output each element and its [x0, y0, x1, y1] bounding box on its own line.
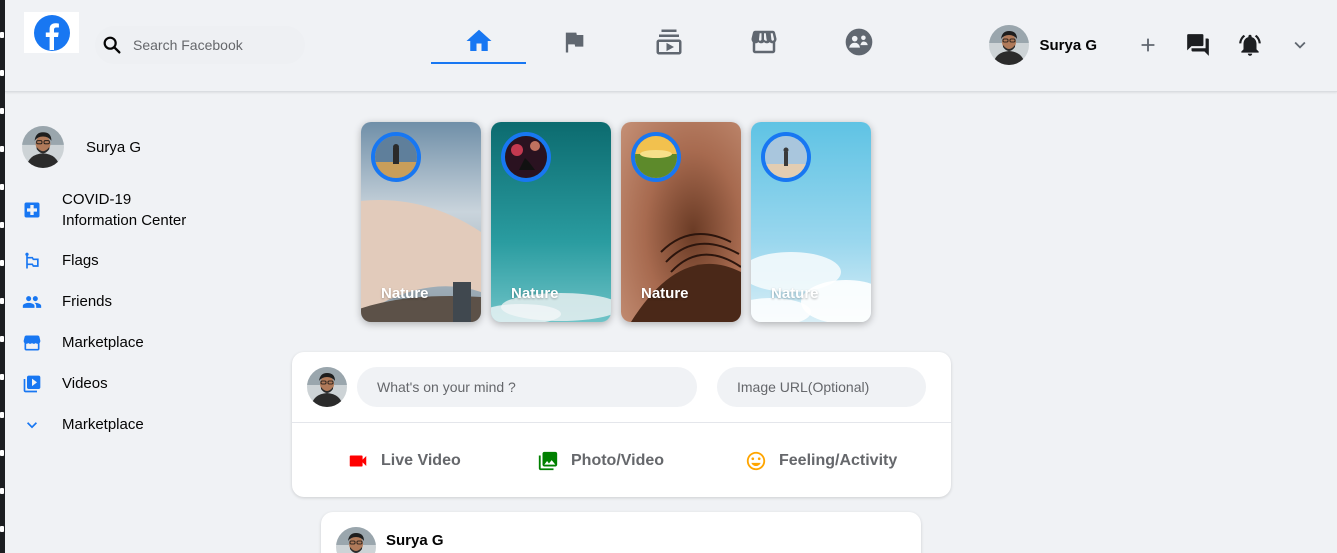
supervised-user-icon: [845, 28, 872, 56]
forum-icon: [1187, 34, 1209, 56]
sidebar-item-label: Friends: [62, 293, 113, 310]
action-label: Live Video: [381, 452, 461, 469]
message-input[interactable]: What's on your mind ?: [357, 367, 697, 407]
story-title: Nature: [511, 285, 559, 302]
home-icon: [466, 29, 491, 51]
top-header: Search Facebook Surya G: [5, 0, 1337, 92]
avatar[interactable]: [336, 527, 376, 553]
story-card[interactable]: Nature: [491, 122, 611, 322]
nav-watch[interactable]: [621, 20, 716, 64]
story-avatar: [631, 132, 681, 182]
sidebar-item-label: COVID-19 Information Center: [62, 189, 186, 231]
sidebar-item-friends[interactable]: Friends: [22, 291, 112, 312]
add-button[interactable]: [1137, 34, 1159, 56]
covid-label-line1: COVID-19: [62, 191, 132, 208]
story-avatar: [501, 132, 551, 182]
sidebar-item-videos[interactable]: Videos: [22, 373, 108, 394]
videocam-icon: [349, 455, 367, 467]
emoji-flags-icon: [22, 251, 42, 271]
story-card[interactable]: Nature: [361, 122, 481, 322]
avatar[interactable]: [989, 25, 1029, 65]
flag-icon: [565, 32, 583, 53]
avatar: [22, 126, 64, 168]
sidebar-item-flags[interactable]: Flags: [22, 250, 99, 271]
people-icon: [22, 292, 42, 312]
nav-home[interactable]: [431, 20, 526, 64]
sidebar-user[interactable]: Surya G: [22, 124, 262, 170]
storefront-icon: [22, 333, 42, 353]
sidebar-user-name: Surya G: [86, 138, 142, 156]
search-icon: [103, 36, 121, 54]
action-label: Photo/Video: [571, 452, 665, 469]
messenger-button[interactable]: [1185, 32, 1211, 58]
photo-library-icon: [538, 451, 558, 471]
covid-label-line2: Information Center: [62, 212, 187, 229]
notifications-active-icon: [1239, 34, 1261, 56]
expand-more-icon: [22, 415, 42, 435]
storefront-icon: [751, 30, 776, 54]
header-right: Surya G: [989, 24, 1311, 66]
subscriptions-icon: [656, 29, 681, 55]
add-icon: [1141, 38, 1155, 52]
nav-marketplace[interactable]: [716, 20, 811, 64]
story-card[interactable]: Nature: [621, 122, 741, 322]
sidebar-item-covid[interactable]: COVID-19 Information Center: [22, 189, 186, 231]
sidebar-item-more[interactable]: Marketplace: [22, 414, 144, 435]
sidebar-item-marketplace[interactable]: Marketplace: [22, 332, 144, 353]
feeling-activity-button[interactable]: Feeling/Activity: [745, 450, 897, 472]
photo-video-button[interactable]: Photo/Video: [537, 450, 664, 472]
avatar-image: [989, 25, 1029, 65]
sidebar-item-label: Marketplace: [62, 416, 144, 433]
story-avatar: [761, 132, 811, 182]
local-hospital-icon: [22, 200, 42, 220]
nav-pages[interactable]: [526, 20, 621, 64]
search-input[interactable]: Search Facebook: [133, 37, 243, 53]
story-title: Nature: [641, 285, 689, 302]
notifications-button[interactable]: [1237, 32, 1263, 58]
nav-groups[interactable]: [811, 20, 906, 64]
header-user-name[interactable]: Surya G: [1039, 37, 1097, 54]
expand-more-icon: [1294, 41, 1306, 49]
sidebar-item-label: Flags: [62, 252, 99, 269]
post-card: Surya G: [321, 512, 921, 553]
facebook-icon: [33, 14, 70, 51]
image-url-input[interactable]: Image URL(Optional): [717, 367, 926, 407]
facebook-logo[interactable]: [24, 12, 79, 53]
search-bar[interactable]: Search Facebook: [95, 26, 305, 64]
story-title: Nature: [771, 285, 819, 302]
sidebar: Surya G COVID-19 Information Center Flag…: [22, 124, 262, 433]
video-library-icon: [22, 374, 42, 394]
live-video-button[interactable]: Live Video: [347, 450, 461, 472]
sidebar-item-label: Marketplace: [62, 334, 144, 351]
sidebar-item-label: Videos: [62, 375, 108, 392]
divider: [292, 422, 951, 423]
action-label: Feeling/Activity: [779, 452, 898, 469]
avatar: [307, 367, 347, 407]
story-avatar: [371, 132, 421, 182]
post-author[interactable]: Surya G: [386, 532, 444, 549]
account-menu-button[interactable]: [1289, 34, 1311, 56]
post-composer: What's on your mind ? Image URL(Optional…: [292, 352, 951, 497]
window-edge: [0, 0, 5, 553]
insert-emoticon-icon: [746, 451, 766, 471]
story-card[interactable]: Nature: [751, 122, 871, 322]
story-title: Nature: [381, 285, 429, 302]
